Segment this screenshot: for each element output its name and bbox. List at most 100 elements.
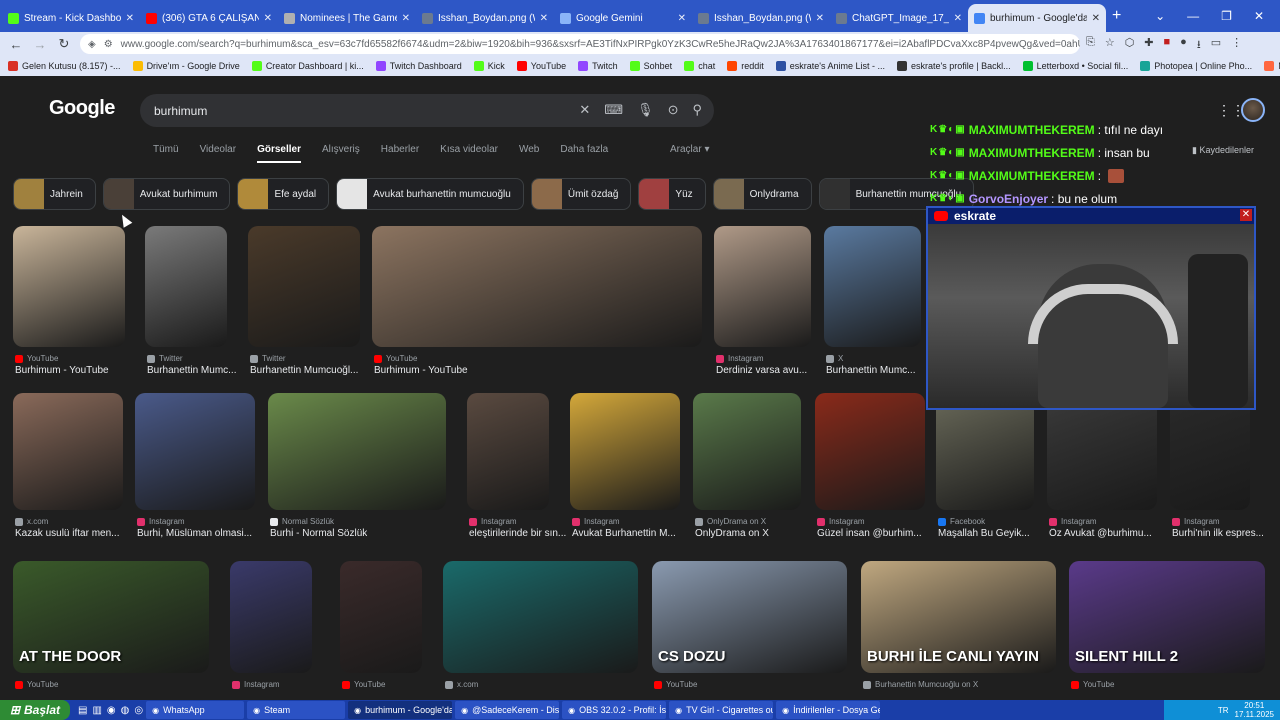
image-result[interactable]: Instagram Burhi, Müslüman olmasi... [135, 393, 255, 539]
result-thumbnail[interactable] [1170, 393, 1250, 510]
result-title[interactable]: Öz Avukat @burhimu... [1049, 528, 1152, 539]
result-thumbnail[interactable] [248, 226, 360, 347]
browser-tab[interactable]: ChatGPT_Image_17_Kas_2025_2 ✕ [830, 4, 968, 32]
bookmark-item[interactable]: Twitch [578, 61, 618, 71]
image-result[interactable]: YouTube [340, 561, 422, 689]
clear-icon[interactable]: ✕ [579, 102, 590, 118]
browser-tab[interactable]: Isshan_Boydan.png (WEBP resmi ✕ [692, 4, 830, 32]
sidebar-icon[interactable]: ▭ [1211, 36, 1221, 55]
tab-4[interactable]: Haberler [381, 144, 419, 163]
browser-tab[interactable]: burhimum - Google'da Ara ✕ [968, 4, 1106, 32]
result-thumbnail[interactable] [145, 226, 227, 347]
result-thumbnail[interactable] [443, 561, 638, 673]
result-title[interactable]: Burhi'nin ilk espres... [1172, 528, 1264, 539]
image-result[interactable]: Normal Sözlük Burhi - Normal Sözlük [268, 393, 446, 539]
maximize-button[interactable]: ❐ [1221, 9, 1232, 23]
result-thumbnail[interactable] [815, 393, 925, 510]
taskbar-item[interactable]: ◉İndirilenler - Dosya Ge... [776, 701, 881, 719]
bookmark-star-icon[interactable]: ☆ [1105, 36, 1115, 55]
browser-tab[interactable]: Isshan_Boydan.png (WEBP resm ✕ [416, 4, 554, 32]
result-thumbnail[interactable] [467, 393, 549, 510]
result-thumbnail[interactable]: AT THE DOOR [13, 561, 209, 673]
result-title[interactable]: Burhanettin Mumc... [826, 365, 915, 376]
image-result[interactable]: Instagram [230, 561, 312, 689]
result-thumbnail[interactable] [570, 393, 680, 510]
image-result[interactable]: Instagram eleştirilerinde bir sın... [467, 393, 566, 539]
tab-3[interactable]: Alışveriş [322, 144, 360, 163]
bookmark-item[interactable]: eskrate's profile | Backl... [896, 61, 1011, 71]
image-result[interactable]: SILENT HILL 2 YouTube [1069, 561, 1265, 689]
account-avatar[interactable] [1241, 98, 1265, 122]
related-chip[interactable]: Onlydrama [712, 178, 812, 210]
image-result[interactable]: Instagram Güzel insan @burhim... [815, 393, 925, 539]
related-chip[interactable]: Yüz [638, 178, 706, 210]
tab-close-icon[interactable]: ✕ [540, 13, 548, 24]
related-chip[interactable]: Avukat burhanettin mumcuoğlu [336, 178, 524, 210]
tab-7[interactable]: Daha fazla [560, 144, 608, 163]
folder-icon[interactable]: ▤ [78, 705, 87, 716]
google-logo[interactable]: Google [49, 97, 115, 120]
search-icon[interactable]: ⚲ [692, 102, 702, 118]
language-indicator[interactable]: TR [1218, 706, 1229, 715]
lens-icon[interactable]: ⊙ [668, 102, 679, 118]
menu-icon[interactable]: ⋮ [1231, 36, 1242, 55]
result-thumbnail[interactable] [13, 393, 123, 510]
result-thumbnail[interactable]: SILENT HILL 2 [1069, 561, 1265, 673]
result-title[interactable]: Maşallah Bu Geyik... [938, 528, 1030, 539]
taskbar-item[interactable]: ◉ WhatsApp [146, 701, 245, 719]
bookmark-item[interactable]: MangaDex - High qua... [1264, 61, 1280, 71]
install-icon[interactable]: ⎘ [1086, 36, 1095, 55]
taskbar-item[interactable]: ◉ OBS 32.0.2 - Profil: İsi... [562, 701, 667, 719]
tab-close-icon[interactable]: ✕ [954, 13, 962, 24]
result-title[interactable]: Avukat Burhanettin M... [572, 528, 676, 539]
image-result[interactable]: Instagram Burhi'nin ilk espres... [1170, 393, 1264, 539]
tools-menu[interactable]: Araçlar ▾ [670, 144, 710, 155]
steam-icon[interactable]: ◉ [107, 705, 116, 716]
related-chip[interactable]: Jahrein [13, 178, 96, 210]
image-result[interactable]: Facebook Maşallah Bu Geyik... [936, 393, 1034, 539]
result-thumbnail[interactable] [268, 393, 446, 510]
result-title[interactable]: Burhanettin Mumc... [147, 365, 236, 376]
result-thumbnail[interactable] [936, 393, 1034, 510]
saved-link[interactable]: ▮ Kaydedilenler [1192, 145, 1254, 156]
tab-close-icon[interactable]: ✕ [402, 13, 410, 24]
tab-1[interactable]: Videolar [200, 144, 237, 163]
result-thumbnail[interactable] [824, 226, 921, 347]
result-thumbnail[interactable] [13, 226, 125, 347]
bookmark-item[interactable]: Creator Dashboard | ki... [251, 61, 364, 71]
extension-icon[interactable]: ⬡ [1125, 36, 1135, 55]
result-title[interactable]: Burhi - Normal Sözlük [270, 528, 367, 539]
bookmark-item[interactable]: Gelen Kutusu (8.157) -... [8, 61, 121, 71]
image-result[interactable]: YouTube Burhimum - YouTube [13, 226, 125, 376]
puzzle-icon[interactable]: ✚ [1144, 36, 1153, 55]
image-result[interactable]: X Burhanettin Mumc... [824, 226, 921, 376]
result-thumbnail[interactable] [230, 561, 312, 673]
result-title[interactable]: Kazak usulü iftar men... [15, 528, 120, 539]
minimize-button[interactable]: — [1187, 9, 1199, 23]
image-result[interactable]: YouTube Burhimum - YouTube [372, 226, 702, 376]
image-result[interactable]: Instagram Öz Avukat @burhimu... [1047, 393, 1157, 539]
downloads-icon[interactable]: ⭳ [1197, 36, 1201, 55]
bookmark-item[interactable]: Sohbet [629, 61, 672, 71]
tab-close-icon[interactable]: ✕ [678, 13, 686, 24]
explorer-icon[interactable]: ▥ [92, 705, 101, 716]
bookmark-item[interactable]: Drive'ım - Google Drive [132, 61, 240, 71]
close-window-button[interactable]: ✕ [1254, 9, 1264, 23]
related-chip[interactable]: Ümit özdağ [530, 178, 632, 210]
image-result[interactable]: OnlyDrama on X OnlyDrama on X [693, 393, 801, 539]
taskbar-item[interactable]: ◉@SadeceKerem - Disco... [455, 701, 560, 719]
tab-close-icon[interactable]: ✕ [1092, 13, 1100, 24]
taskbar-item[interactable]: ◉TV Girl - Cigarettes out... [669, 701, 774, 719]
forward-button[interactable]: → [28, 37, 52, 52]
bookmark-item[interactable]: YouTube [516, 61, 566, 71]
image-result[interactable]: Instagram Derdiniz varsa avu... [714, 226, 811, 376]
search-box[interactable]: burhimum ✕ ⌨ 🎙 ⊙ ⚲ [140, 94, 714, 127]
result-thumbnail[interactable] [340, 561, 422, 673]
bookmark-item[interactable]: Photopea | Online Pho... [1140, 61, 1252, 71]
tab-close-icon[interactable]: ✕ [126, 13, 134, 24]
image-result[interactable]: x.com Kazak usulü iftar men... [13, 393, 123, 539]
result-thumbnail[interactable] [135, 393, 255, 510]
image-result[interactable]: CS DOZU YouTube [652, 561, 847, 689]
reload-button[interactable]: ↻ [52, 36, 76, 52]
new-tab-button[interactable]: + [1112, 7, 1121, 25]
